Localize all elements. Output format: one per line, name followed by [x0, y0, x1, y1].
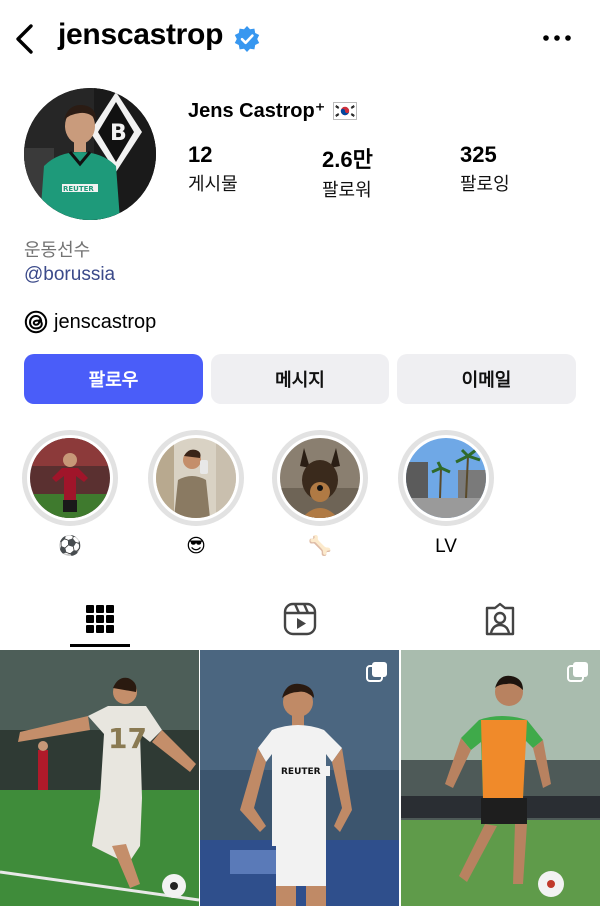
highlight-item[interactable]: ⚽: [20, 430, 120, 560]
highlight-image: [156, 438, 236, 518]
followers-stat[interactable]: 2.6만 팔로워: [322, 142, 373, 202]
message-button[interactable]: 메시지: [211, 354, 389, 404]
post-thumbnail[interactable]: REUTER: [200, 650, 399, 906]
following-label: 팔로잉: [460, 174, 510, 194]
more-dots-icon[interactable]: [541, 28, 573, 48]
tab-reels[interactable]: [200, 590, 400, 648]
highlight-ring: [398, 430, 494, 526]
highlight-image: [30, 438, 110, 518]
bio-mention-link[interactable]: @borussia: [24, 264, 115, 286]
following-count: 325: [460, 142, 497, 167]
highlight-item[interactable]: LV: [396, 430, 496, 560]
followers-label: 팔로워: [322, 180, 372, 200]
svg-text:B: B: [110, 121, 127, 146]
highlight-ring: [148, 430, 244, 526]
verified-badge-icon: [234, 26, 260, 52]
highlight-image: [280, 438, 360, 518]
follow-button[interactable]: 팔로우: [24, 354, 203, 404]
top-bar: jenscastrop: [0, 0, 600, 78]
highlight-label: LV: [435, 536, 457, 557]
svg-text:REUTER: REUTER: [63, 185, 94, 193]
chevron-left-icon[interactable]: [10, 22, 40, 56]
svg-text:REUTER: REUTER: [281, 767, 321, 777]
threads-icon: [24, 310, 48, 334]
highlight-label: ⚽: [58, 536, 82, 557]
tab-grid[interactable]: [0, 590, 200, 648]
following-stat[interactable]: 325 팔로잉: [460, 142, 510, 196]
tagged-icon: [485, 602, 515, 636]
threads-handle: jenscastrop: [54, 310, 157, 333]
multiple-photos-icon: [366, 662, 387, 682]
active-tab-indicator: [70, 644, 130, 647]
reels-icon: [283, 602, 317, 636]
highlight-ring: [272, 430, 368, 526]
followers-count: 2.6만: [322, 147, 373, 172]
tab-tagged[interactable]: [400, 590, 600, 648]
profile-display-name: Jens Castrop⁺: [188, 98, 358, 123]
display-name-text: Jens Castrop⁺: [188, 100, 326, 122]
highlight-image: [406, 438, 486, 518]
profile-avatar[interactable]: B REUTER: [24, 88, 156, 220]
posts-count: 12: [188, 142, 213, 167]
highlight-label: 🦴: [308, 536, 332, 557]
threads-link[interactable]: jenscastrop: [24, 310, 156, 334]
highlight-item[interactable]: 😎: [146, 430, 246, 560]
posts-label: 게시물: [188, 174, 238, 194]
post-thumbnail[interactable]: [401, 650, 600, 906]
posts-stat[interactable]: 12 게시물: [188, 142, 238, 196]
profile-username: jenscastrop: [58, 18, 224, 51]
highlight-label: 😎: [186, 536, 206, 557]
content-tabs: [0, 590, 600, 648]
post-thumbnail[interactable]: 17: [0, 650, 199, 906]
multiple-photos-icon: [567, 662, 588, 682]
post-grid: 17 REUTER: [0, 650, 600, 906]
highlight-item[interactable]: 🦴: [270, 430, 370, 560]
grid-icon: [86, 605, 114, 633]
profile-category: 운동선수: [24, 240, 91, 260]
email-button[interactable]: 이메일: [397, 354, 576, 404]
svg-text:17: 17: [108, 722, 147, 755]
highlight-ring: [22, 430, 118, 526]
south-korea-flag-icon: [333, 101, 358, 120]
